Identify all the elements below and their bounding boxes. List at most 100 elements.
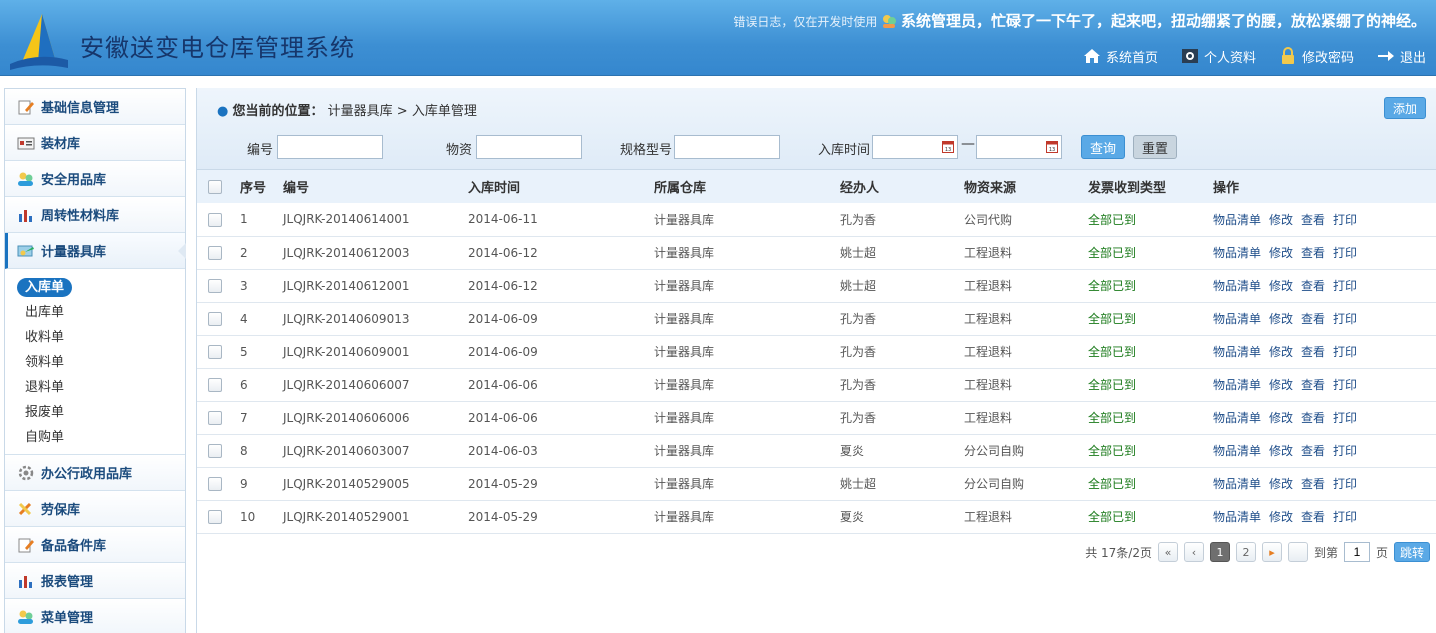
edit-link[interactable]: 修改 — [1269, 444, 1293, 458]
view-link[interactable]: 查看 — [1301, 378, 1325, 392]
sidebar-item-turnover[interactable]: 周转性材料库 — [5, 197, 185, 233]
submenu-item-self-purchase[interactable]: 自购单 — [5, 425, 185, 450]
nav-home[interactable]: 系统首页 — [1082, 46, 1158, 66]
row-checkbox[interactable] — [208, 410, 222, 425]
sidebar-item-labor[interactable]: 劳保库 — [5, 491, 185, 527]
add-button[interactable]: 添加 — [1384, 97, 1426, 119]
item-list-link[interactable]: 物品清单 — [1213, 345, 1261, 359]
edit-link[interactable]: 修改 — [1269, 378, 1293, 392]
print-link[interactable]: 打印 — [1333, 213, 1357, 227]
view-link[interactable]: 查看 — [1301, 246, 1325, 260]
row-handler: 姚士超 — [840, 477, 877, 491]
material-input[interactable] — [476, 135, 582, 159]
view-link[interactable]: 查看 — [1301, 279, 1325, 293]
view-link[interactable]: 查看 — [1301, 213, 1325, 227]
table-row: 9 JLQJRK-20140529005 2014-05-29 计量器具库 姚士超 分公司… — [197, 467, 1436, 500]
row-checkbox[interactable] — [208, 311, 222, 326]
code-input[interactable] — [277, 135, 383, 159]
print-link[interactable]: 打印 — [1333, 444, 1357, 458]
last-page-button[interactable] — [1287, 542, 1308, 562]
row-checkbox[interactable] — [208, 509, 222, 524]
view-link[interactable]: 查看 — [1301, 345, 1325, 359]
sidebar-item-meter-tools[interactable]: 计量器具库 — [5, 233, 186, 269]
print-link[interactable]: 打印 — [1333, 510, 1357, 524]
sidebar-item-safety[interactable]: 安全用品库 — [5, 161, 185, 197]
row-checkbox[interactable] — [208, 443, 222, 458]
query-button[interactable]: 查询 — [1081, 135, 1125, 159]
item-list-link[interactable]: 物品清单 — [1213, 510, 1261, 524]
select-all-checkbox[interactable] — [208, 179, 222, 194]
view-link[interactable]: 查看 — [1301, 411, 1325, 425]
item-list-link[interactable]: 物品清单 — [1213, 444, 1261, 458]
first-page-button[interactable]: « — [1157, 542, 1178, 562]
page-2-button[interactable]: 2 — [1235, 542, 1256, 562]
item-list-link[interactable]: 物品清单 — [1213, 477, 1261, 491]
sidebar-item-materials[interactable]: 装材库 — [5, 125, 185, 161]
prev-page-button[interactable]: ‹ — [1183, 542, 1204, 562]
submenu-item-scrap[interactable]: 报废单 — [5, 400, 185, 425]
submenu-item-return[interactable]: 退料单 — [5, 375, 185, 400]
row-source: 公司代购 — [964, 212, 1013, 227]
sidebar-item-reports[interactable]: 报表管理 — [5, 563, 185, 599]
spec-input[interactable] — [674, 135, 780, 159]
nav-logout[interactable]: 退出 — [1376, 46, 1426, 66]
submenu-item-requisition[interactable]: 领料单 — [5, 350, 185, 375]
item-list-link[interactable]: 物品清单 — [1213, 378, 1261, 392]
calendar-icon[interactable]: 13 — [1046, 140, 1058, 153]
print-link[interactable]: 打印 — [1333, 411, 1357, 425]
row-actions: 物品清单 修改 查看 打印 — [1213, 401, 1436, 434]
page-1-button[interactable]: 1 — [1209, 542, 1230, 562]
edit-link[interactable]: 修改 — [1269, 411, 1293, 425]
edit-link[interactable]: 修改 — [1269, 510, 1293, 524]
calendar-icon[interactable]: 13 — [942, 140, 954, 153]
item-list-link[interactable]: 物品清单 — [1213, 312, 1261, 326]
item-list-link[interactable]: 物品清单 — [1213, 411, 1261, 425]
view-link[interactable]: 查看 — [1301, 510, 1325, 524]
edit-link[interactable]: 修改 — [1269, 477, 1293, 491]
breadcrumb-level1[interactable]: 计量器具库 — [328, 104, 393, 119]
row-checkbox[interactable] — [208, 278, 222, 293]
view-link[interactable]: 查看 — [1301, 477, 1325, 491]
item-list-link[interactable]: 物品清单 — [1213, 213, 1261, 227]
submenu-item-outbound[interactable]: 出库单 — [5, 300, 185, 325]
item-list-link[interactable]: 物品清单 — [1213, 279, 1261, 293]
sidebar-item-office[interactable]: 办公行政用品库 — [5, 455, 185, 491]
print-link[interactable]: 打印 — [1333, 279, 1357, 293]
row-checkbox[interactable] — [208, 245, 222, 260]
edit-link[interactable]: 修改 — [1269, 246, 1293, 260]
print-link[interactable]: 打印 — [1333, 345, 1357, 359]
edit-link[interactable]: 修改 — [1269, 345, 1293, 359]
row-warehouse: 计量器具库 — [654, 510, 715, 524]
lock-icon — [1281, 47, 1294, 64]
nav-password[interactable]: 修改密码 — [1278, 46, 1354, 66]
sidebar-item-spare-parts[interactable]: 备品备件库 — [5, 527, 185, 563]
edit-link[interactable]: 修改 — [1269, 213, 1293, 227]
print-link[interactable]: 打印 — [1333, 378, 1357, 392]
date-separator: — — [961, 136, 975, 152]
row-date: 2014-05-29 — [468, 476, 538, 491]
edit-link[interactable]: 修改 — [1269, 312, 1293, 326]
row-checkbox[interactable] — [208, 377, 222, 392]
goto-page-input[interactable] — [1343, 542, 1370, 562]
item-list-link[interactable]: 物品清单 — [1213, 246, 1261, 260]
reset-button[interactable]: 重置 — [1133, 135, 1177, 159]
submenu-item-receive[interactable]: 收料单 — [5, 325, 185, 350]
sidebar-item-menu-mgmt[interactable]: 菜单管理 — [5, 599, 185, 633]
error-log-link[interactable]: 错误日志，仅在开发时使用 — [733, 15, 877, 29]
nav-profile[interactable]: 个人资料 — [1180, 46, 1256, 66]
submenu-item-inbound[interactable]: 入库单 — [5, 275, 185, 300]
row-checkbox[interactable] — [208, 476, 222, 491]
next-page-button[interactable]: ▸ — [1261, 542, 1282, 562]
sidebar-item-basic-info[interactable]: 基础信息管理 — [5, 89, 185, 125]
view-link[interactable]: 查看 — [1301, 444, 1325, 458]
row-checkbox[interactable] — [208, 212, 222, 227]
breadcrumb-separator: > — [396, 104, 408, 119]
edit-link[interactable]: 修改 — [1269, 279, 1293, 293]
view-link[interactable]: 查看 — [1301, 312, 1325, 326]
row-checkbox[interactable] — [208, 344, 222, 359]
pager-summary: 共 17条/2页 — [1085, 545, 1152, 560]
print-link[interactable]: 打印 — [1333, 477, 1357, 491]
print-link[interactable]: 打印 — [1333, 246, 1357, 260]
goto-button[interactable]: 跳转 — [1393, 542, 1430, 562]
print-link[interactable]: 打印 — [1333, 312, 1357, 326]
